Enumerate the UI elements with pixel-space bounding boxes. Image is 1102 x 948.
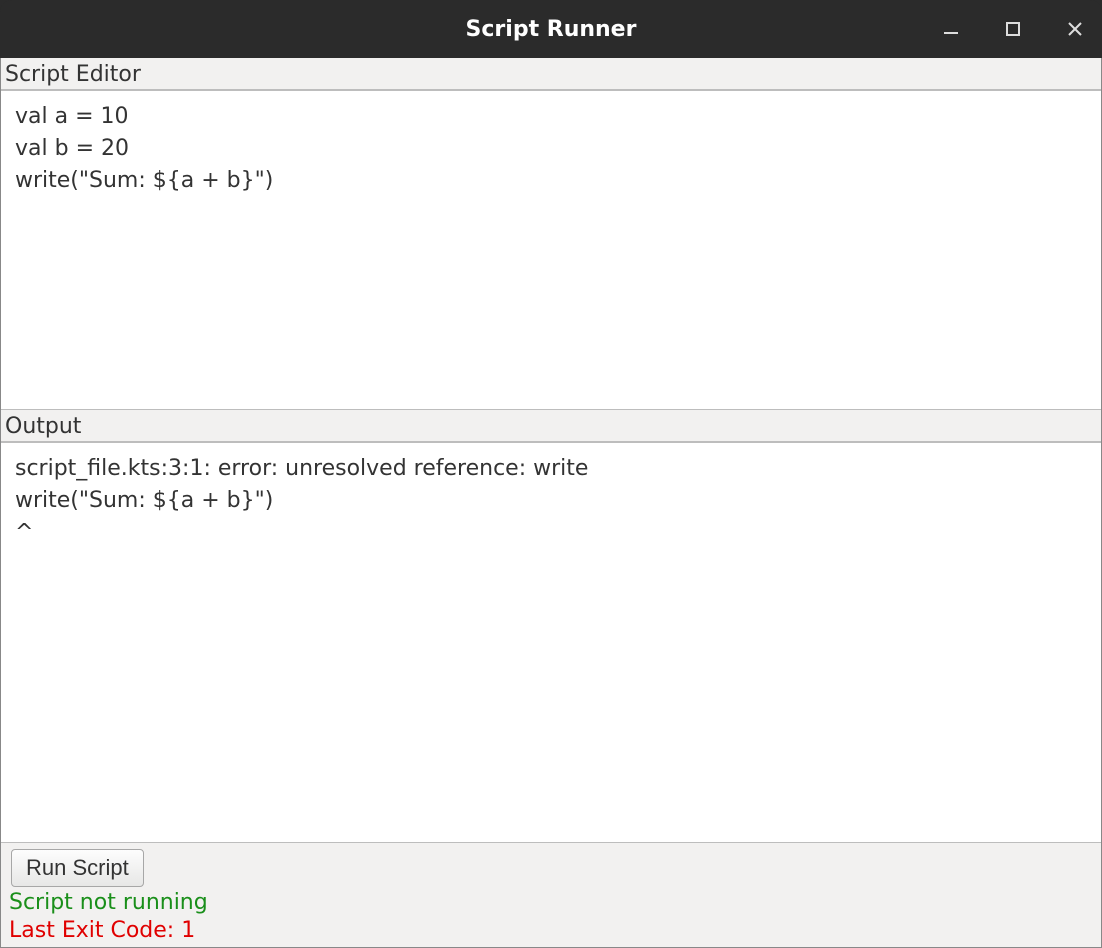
maximize-icon <box>1005 21 1021 37</box>
script-editor-label: Script Editor <box>1 58 1101 90</box>
script-running-status: Script not running <box>7 889 1095 917</box>
minimize-icon <box>942 20 960 38</box>
maximize-button[interactable] <box>996 12 1030 46</box>
output-text: script_file.kts:3:1: error: unresolved r… <box>1 442 1101 843</box>
window-controls <box>934 0 1092 58</box>
minimize-button[interactable] <box>934 12 968 46</box>
close-button[interactable] <box>1058 12 1092 46</box>
output-panel: Output script_file.kts:3:1: error: unres… <box>1 410 1101 843</box>
script-editor-input[interactable] <box>1 90 1101 410</box>
close-icon <box>1067 21 1083 37</box>
run-script-button[interactable]: Run Script <box>11 849 144 887</box>
exit-code-status: Last Exit Code: 1 <box>7 917 1095 945</box>
bottom-bar: Run Script Script not running Last Exit … <box>1 843 1101 947</box>
app-window: Script Runner Script Editor <box>0 0 1102 948</box>
titlebar: Script Runner <box>0 0 1102 58</box>
script-editor-panel: Script Editor <box>1 58 1101 410</box>
client-area: Script Editor Output script_file.kts:3:1… <box>0 58 1102 948</box>
output-label: Output <box>1 410 1101 442</box>
